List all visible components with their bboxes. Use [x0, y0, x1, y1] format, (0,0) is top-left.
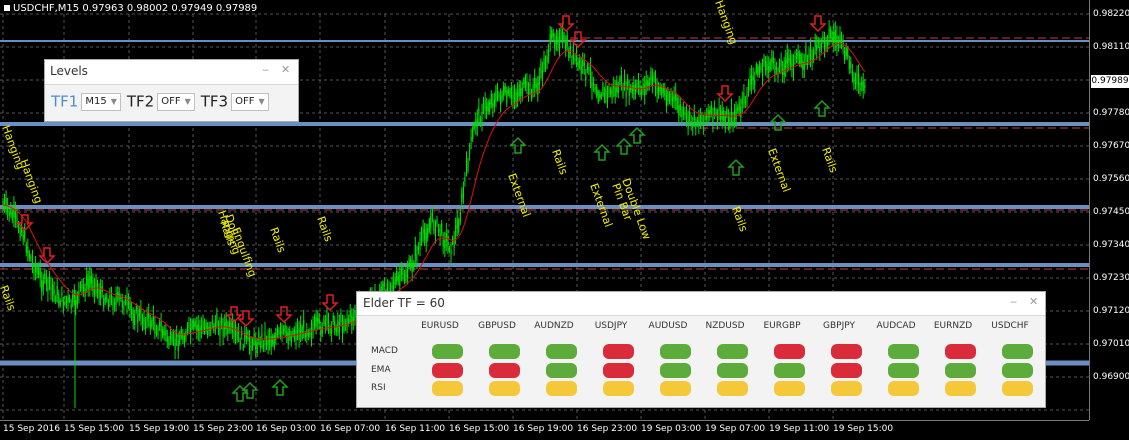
tf3-label: TF3 — [200, 92, 229, 111]
indicator-label: RSI — [371, 383, 386, 393]
price-tick: 0.96900 — [1093, 372, 1129, 382]
signal-indicator-yellow — [1002, 381, 1033, 396]
time-tick: 16 Sep 07:00 — [320, 424, 381, 434]
pair-header: GBPJPY — [823, 321, 855, 331]
time-tick: 16 Sep 11:00 — [385, 424, 446, 434]
current-price-label: 0.97989 — [1091, 75, 1129, 88]
time-tick: 19 Sep 15:00 — [833, 424, 894, 434]
signal-indicator-red — [603, 363, 634, 378]
elder-panel-header[interactable]: Elder TF = 60 ‒ ✕ — [357, 292, 1045, 316]
elder-panel[interactable]: Elder TF = 60 ‒ ✕ EURUSD GBPUSD AUDNZD USDJ… — [356, 291, 1046, 408]
signal-indicator-yellow — [489, 381, 520, 396]
signal-indicator-yellow — [603, 381, 634, 396]
signal-indicator-yellow — [660, 381, 691, 396]
price-tick: 0.97670 — [1093, 141, 1129, 151]
tf3-select[interactable]: OFF ▼ — [231, 92, 269, 111]
time-tick: 19 Sep 07:00 — [705, 424, 766, 434]
chevron-down-icon: ▼ — [184, 96, 191, 106]
signal-indicator-green — [489, 344, 520, 359]
price-tick: 0.97560 — [1093, 174, 1129, 184]
time-tick: 16 Sep 23:00 — [577, 424, 638, 434]
signal-indicator-green — [888, 344, 919, 359]
signal-indicator-green — [546, 344, 577, 359]
time-tick: 15 Sep 23:00 — [193, 424, 254, 434]
levels-panel-title: Levels — [50, 64, 88, 78]
signal-indicator-green — [660, 363, 691, 378]
price-tick: 0.97780 — [1093, 108, 1129, 118]
signal-indicator-red — [489, 363, 520, 378]
time-tick: 16 Sep 19:00 — [513, 424, 574, 434]
tf1-select[interactable]: M15 ▼ — [81, 92, 121, 111]
signal-indicator-yellow — [546, 381, 577, 396]
signal-indicator-green — [717, 363, 748, 378]
pair-header: GBPUSD — [478, 321, 516, 331]
signal-indicator-green — [1002, 363, 1033, 378]
time-tick: 19 Sep 03:00 — [641, 424, 702, 434]
chevron-down-icon: ▼ — [110, 96, 117, 106]
pair-header: AUDCAD — [876, 321, 916, 331]
chevron-down-icon: ▼ — [258, 96, 265, 106]
signal-indicator-red — [774, 344, 805, 359]
chart-title: USDCHF,M15 0.97963 0.98002 0.97949 0.979… — [4, 3, 257, 14]
pair-header: USDCHF — [991, 321, 1029, 331]
signal-indicator-red — [603, 344, 634, 359]
price-tick: 0.97340 — [1093, 240, 1129, 250]
signal-indicator-yellow — [888, 381, 919, 396]
signal-indicator-green — [945, 363, 976, 378]
signal-indicator-yellow — [717, 381, 748, 396]
pair-header: USDJPY — [594, 321, 628, 331]
chart-icon — [4, 5, 10, 11]
time-tick: 15 Sep 2016 — [3, 424, 61, 434]
close-icon[interactable]: ✕ — [281, 64, 290, 76]
pair-header: AUDUSD — [648, 321, 688, 331]
price-tick: 0.97120 — [1093, 306, 1129, 316]
price-tick: 0.98110 — [1093, 42, 1129, 52]
price-tick: 0.97450 — [1093, 207, 1129, 217]
price-tick: 0.97010 — [1093, 339, 1129, 349]
timeframe-row: TF1 M15 ▼ TF2 OFF ▼ TF3 OFF ▼ — [51, 91, 275, 111]
signal-indicator-green — [717, 344, 748, 359]
signal-indicator-yellow — [831, 381, 862, 396]
tf2-select[interactable]: OFF ▼ — [157, 92, 195, 111]
pair-header: EURGBP — [763, 321, 801, 331]
price-tick: 0.97230 — [1093, 273, 1129, 283]
signal-indicator-green — [1002, 344, 1033, 359]
levels-panel[interactable]: Levels ‒ ✕ TF1 M15 ▼ TF2 OFF ▼ TF3 OFF ▼ — [44, 59, 299, 122]
time-tick: 16 Sep 15:00 — [449, 424, 510, 434]
minimize-icon[interactable]: ‒ — [262, 64, 269, 76]
tf2-label: TF2 — [126, 92, 155, 111]
signal-indicator-green — [660, 344, 691, 359]
signal-indicator-green — [888, 363, 919, 378]
pair-header: EURUSD — [421, 321, 459, 331]
signal-indicator-red — [432, 363, 463, 378]
signal-indicator-red — [831, 344, 862, 359]
elder-panel-title: Elder TF = 60 — [363, 296, 445, 310]
signal-indicator-yellow — [432, 381, 463, 396]
indicator-label: MACD — [371, 346, 398, 356]
indicator-label: EMA — [371, 365, 391, 375]
minimize-icon[interactable]: ‒ — [1010, 296, 1017, 308]
time-tick: 16 Sep 03:00 — [256, 424, 317, 434]
tf1-label: TF1 — [51, 92, 79, 111]
signal-indicator-green — [774, 363, 805, 378]
close-icon[interactable]: ✕ — [1029, 296, 1038, 308]
signal-indicator-red — [945, 344, 976, 359]
pair-header: NZDUSD — [705, 321, 745, 331]
pair-header: EURNZD — [933, 321, 973, 331]
time-tick: 19 Sep 11:00 — [769, 424, 830, 434]
signal-indicator-yellow — [945, 381, 976, 396]
signal-indicator-green — [546, 363, 577, 378]
price-tick: 0.98220 — [1093, 9, 1129, 19]
pair-header: AUDNZD — [534, 321, 574, 331]
levels-panel-header[interactable]: Levels ‒ ✕ — [45, 60, 298, 85]
time-tick: 15 Sep 19:00 — [129, 424, 190, 434]
signal-indicator-yellow — [774, 381, 805, 396]
signal-indicator-red — [831, 363, 862, 378]
signal-indicator-green — [432, 344, 463, 359]
time-tick: 15 Sep 15:00 — [64, 424, 125, 434]
